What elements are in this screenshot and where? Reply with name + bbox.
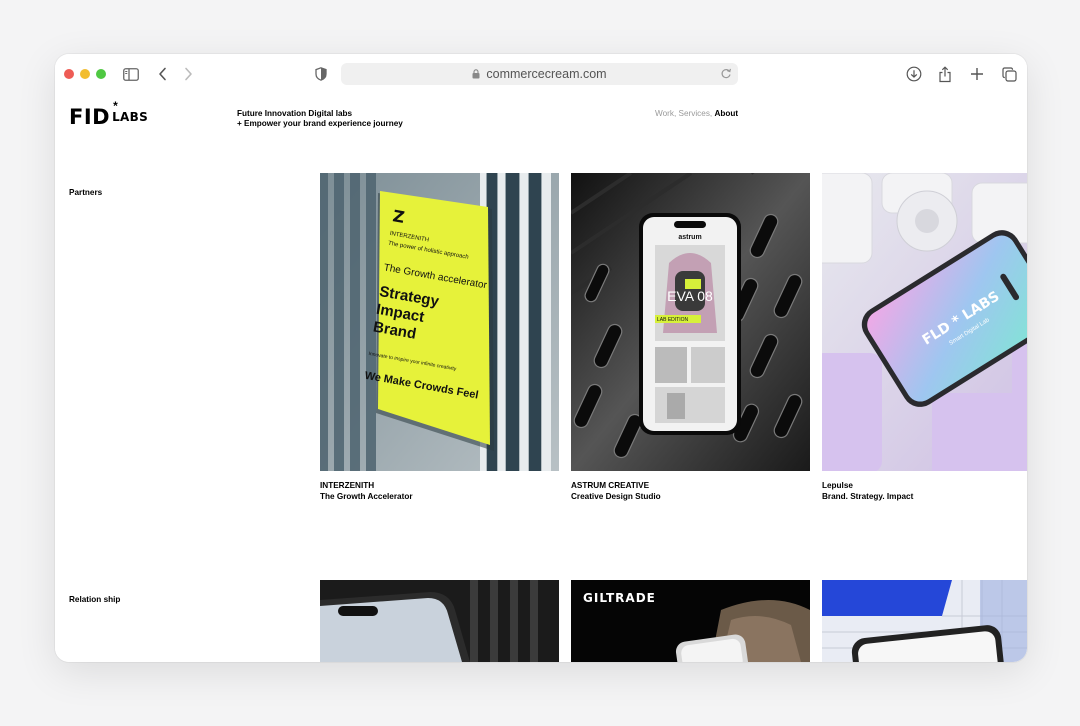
browser-toolbar: commercecream.com: [55, 54, 1027, 94]
nav-services[interactable]: Services,: [679, 109, 713, 118]
astrum-phone-brand: astrum: [678, 234, 701, 241]
relationship-thumb-phone-dark[interactable]: [320, 580, 559, 662]
reload-icon[interactable]: [720, 66, 732, 80]
url-text: commercecream.com: [486, 67, 607, 81]
minimize-window-button[interactable]: [80, 69, 90, 79]
tagline-line-2: + Empower your brand experience journey: [237, 118, 403, 128]
astrum-phone-big: EVA 08: [667, 288, 713, 304]
logo-star: *: [113, 99, 118, 113]
giltrade-wordmark: GILTRADE: [583, 591, 656, 605]
share-icon[interactable]: [935, 64, 955, 84]
close-window-button[interactable]: [64, 69, 74, 79]
website-content: FID * LABS Future Innovation Digital lab…: [55, 94, 1027, 662]
astrum-phone-small: LAB EDITION: [657, 317, 689, 323]
privacy-shield-icon[interactable]: [311, 64, 331, 84]
project-card-lepulse[interactable]: FLD * LABS Smart Digital Lab Lepulse Bra…: [822, 173, 1027, 502]
relationship-thumb-giltrade[interactable]: GILTRADE: [571, 580, 810, 662]
browser-window: commercecream.com FID * LABS Future Inno…: [55, 54, 1027, 662]
zoom-window-button[interactable]: [96, 69, 106, 79]
lepulse-phone-image[interactable]: FLD * LABS Smart Digital Lab: [822, 173, 1027, 471]
project-card-interzenith[interactable]: Z INTERZENITH The power of holistic appr…: [320, 173, 559, 502]
interzenith-billboard-image[interactable]: Z INTERZENITH The power of holistic appr…: [320, 173, 559, 471]
section-label-relationship: Relation ship: [69, 595, 121, 604]
card-subtitle: Creative Design Studio: [571, 491, 661, 501]
card-title: ASTRUM CREATIVE: [571, 481, 650, 490]
astrum-phone-image[interactable]: astrum EVA 08 LAB EDITION: [571, 173, 810, 471]
section-label-partners: Partners: [69, 188, 103, 197]
sidebar-toggle-icon[interactable]: [121, 64, 141, 84]
nav-work[interactable]: Work,: [655, 109, 676, 118]
site-tagline: Future Innovation Digital labs + Empower…: [237, 109, 403, 128]
relationship-thumb-blue[interactable]: [822, 580, 1027, 662]
nav-about[interactable]: About: [714, 109, 738, 118]
card-subtitle: Brand. Strategy. Impact: [822, 491, 914, 501]
project-card-astrum-creative[interactable]: astrum EVA 08 LAB EDITION ASTRUM CREATIV…: [571, 173, 810, 502]
card-title: INTERZENITH: [320, 481, 375, 490]
site-nav: Work, Services, About: [655, 109, 738, 118]
address-bar[interactable]: commercecream.com: [341, 63, 738, 85]
back-icon[interactable]: [153, 64, 173, 84]
fid-labs-logo[interactable]: FID * LABS: [69, 99, 148, 129]
download-icon[interactable]: [904, 64, 924, 84]
new-tab-icon[interactable]: [967, 64, 987, 84]
forward-icon[interactable]: [178, 64, 198, 84]
card-subtitle: The Growth Accelerator: [320, 491, 413, 501]
tagline-line-1: Future Innovation Digital labs: [237, 109, 353, 118]
logo-fid-text: FID: [69, 105, 111, 129]
tab-overview-icon[interactable]: [999, 64, 1019, 84]
card-title: Lepulse: [822, 481, 853, 490]
lock-icon: [472, 69, 480, 79]
